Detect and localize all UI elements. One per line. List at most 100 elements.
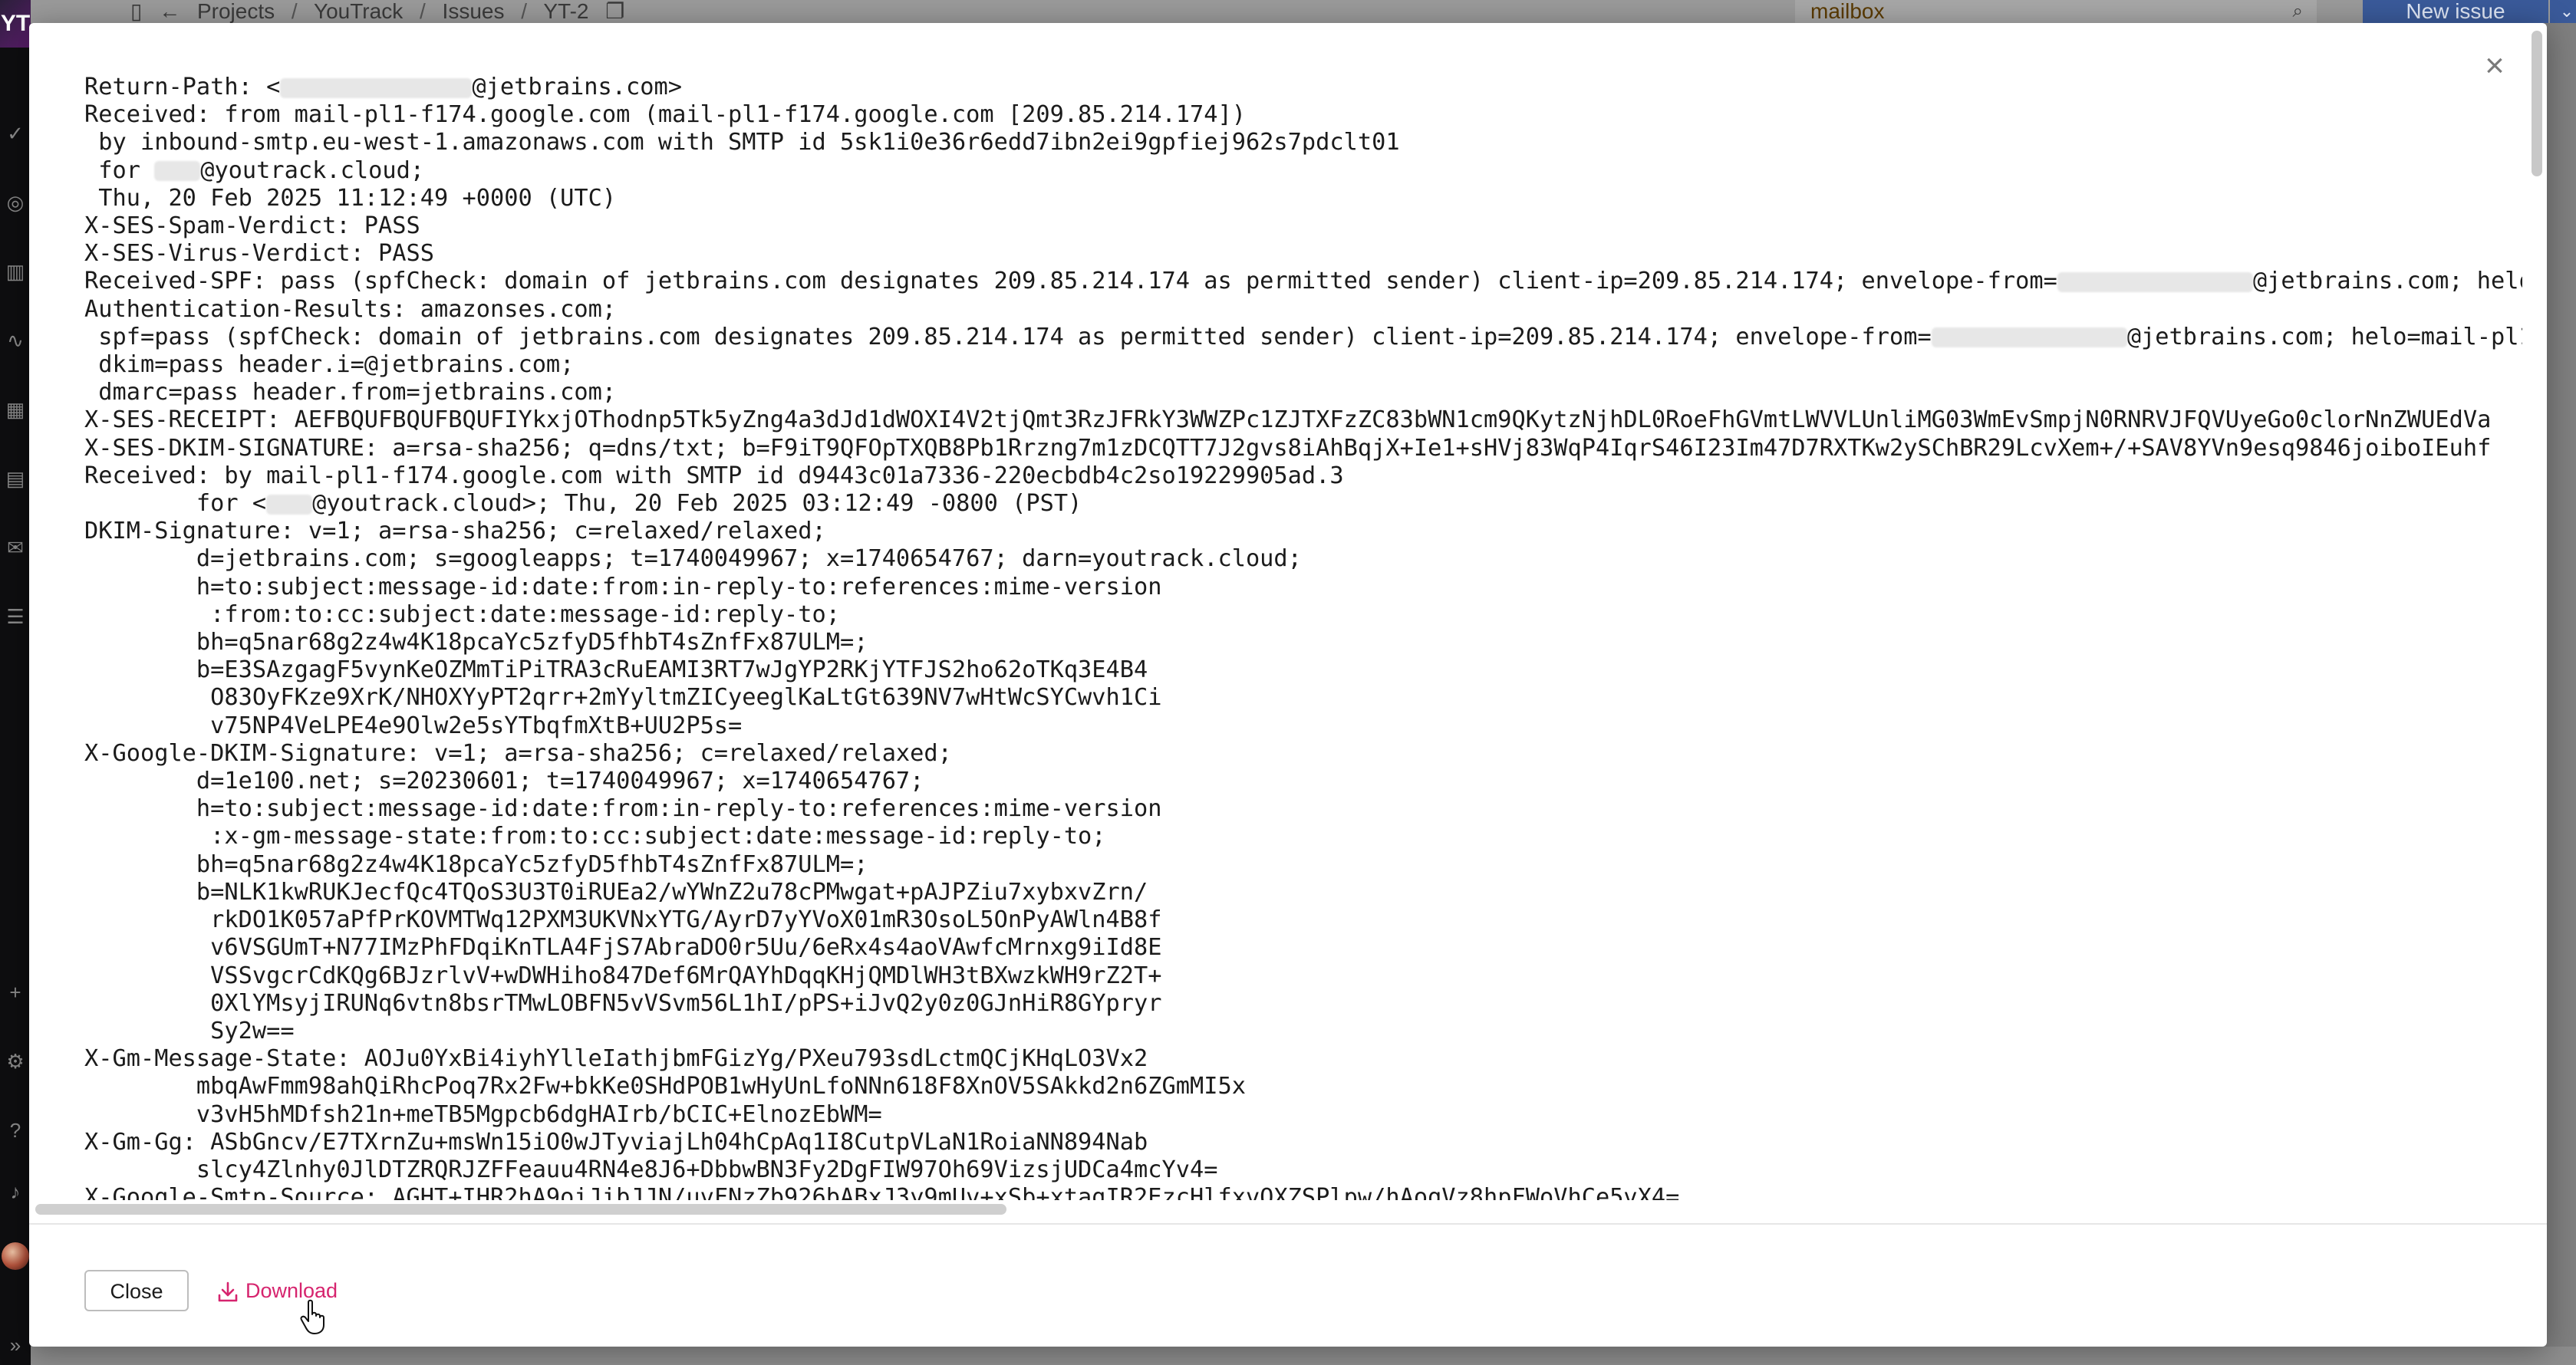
user-avatar[interactable] [2,1242,29,1270]
header-line: for @youtrack.cloud; [84,157,2522,185]
header-text: Received: from mail-pl1-f174.google.com … [84,101,1246,129]
knowledge-base-icon[interactable]: ▤ [5,468,26,489]
breadcrumb-issue-id[interactable]: YT-2 [543,0,588,23]
header-text: X-SES-Virus-Verdict: PASS [84,240,435,268]
header-line: Received: by mail-pl1-f174.google.com wi… [84,462,2522,490]
header-line: VSSvgcrCdKQg6BJzrlvV+wDWHiho847Def6MrQAY… [84,962,2522,990]
chart-icon[interactable]: ∿ [5,330,26,351]
header-line: d=jetbrains.com; s=googleapps; t=1740049… [84,545,2522,573]
header-line: v6VSGUmT+N77IMzPhFDqiKnTLA4FjS7AbraDO0r5… [84,934,2522,962]
header-line: :from:to:cc:subject:date:message-id:repl… [84,601,2522,629]
breadcrumb-youtrack[interactable]: YouTrack [314,0,403,23]
header-text: for [84,156,155,184]
header-text: v3vH5hMDfsh21n+meTB5Mgpcb6dgHAIrb/bCIC+E… [84,1100,882,1128]
header-line: X-Gm-Gg: ASbGncv/E7TXrnZu+msWn15iO0wJTyv… [84,1129,2522,1156]
header-line: b=E3SAzgagF5vynKeOZMmTiPiTRA3cRuEAMI3RT7… [84,656,2522,684]
header-text: Authentication-Results: amazonses.com; [84,295,617,323]
header-text: DKIM-Signature: v=1; a=rsa-sha256; c=rel… [84,518,826,545]
header-line: rkDO1K057aPfPrKOVMTWq12PXM3UKVNxYTG/AyrD… [84,906,2522,934]
header-text: X-Gm-Message-State: AOJu0YxBi4iyhYlleIat… [84,1045,1148,1073]
collapse-sidebar-icon[interactable]: » [5,1334,26,1356]
header-line: :x-gm-message-state:from:to:cc:subject:d… [84,823,2522,850]
search-input[interactable]: mailbox ⌕ [1795,0,2317,25]
header-text: X-SES-DKIM-SIGNATURE: a=rsa-sha256; q=dn… [84,434,2492,462]
header-line: 0XlYMsyjIRUNq6vtn8bsrTMwLOBFN5vVSvm56L1h… [84,990,2522,1018]
header-line: dmarc=pass header.from=jetbrains.com; [84,379,2522,406]
header-text: mbqAwFmm98ahQiRhcPoq7Rx2Fw+bkKe0SHdPOB1w… [84,1073,1246,1100]
header-text: rkDO1K057aPfPrKOVMTWq12PXM3UKVNxYTG/AyrD… [84,906,1162,934]
raw-email-headers: Return-Path: < @jetbrains.com> Received: f… [84,74,2522,1200]
vertical-scrollbar[interactable] [2527,23,2544,1200]
header-line: X-Gm-Message-State: AOJu0YxBi4iyhYlleIat… [84,1045,2522,1073]
header-text: X-Google-Smtp-Source: AGHT+IHR2hA9oiJibJ… [84,1184,1680,1200]
header-line: bh=q5nar68g2z4w4K18pcaYc5zfyD5fhbT4sZnfF… [84,851,2522,879]
close-button[interactable]: Close [84,1270,189,1311]
header-text: @youtrack.cloud; [200,156,425,184]
header-text: @jetbrains.com> [472,74,682,100]
header-text: X-SES-RECEIPT: AEFBQUFBQUFBQUFIYkxjOThod… [84,406,2492,434]
header-line: slcy4Zlnhy0JlDTZRQRJZFFeauu4RN4e8J6+Dbbw… [84,1156,2522,1184]
header-text: dkim=pass header.i=@jetbrains.com; [84,351,575,379]
mail-icon[interactable]: ✉ [5,537,26,558]
header-line: Sy2w== [84,1018,2522,1045]
header-text: b=NLK1kwRUKJecfQc4TQoS3U3T0iRUEa2/wYWnZ2… [84,878,1148,906]
breadcrumb-projects[interactable]: Projects [197,0,275,23]
breadcrumb-separator: / [291,0,298,23]
header-text: h=to:subject:message-id:date:from:in-rep… [84,795,1162,823]
vertical-scrollbar-thumb[interactable] [2532,31,2542,176]
header-text: by inbound-smtp.eu-west-1.amazonaws.com … [84,129,1400,156]
header-text: slcy4Zlnhy0JlDTZRQRJZFFeauu4RN4e8J6+Dbbw… [84,1156,1218,1183]
horizontal-scrollbar-thumb[interactable] [35,1204,1006,1215]
board-icon[interactable]: ▥ [5,261,26,282]
header-line: h=to:subject:message-id:date:from:in-rep… [84,574,2522,601]
timesheet-icon[interactable]: ☰ [5,606,26,627]
app-footer [31,1347,2576,1365]
redacted-email-username [154,161,201,182]
email-source-dialog: Return-Path: < @jetbrains.com> Received: f… [29,23,2547,1347]
notifications-bell-icon[interactable]: ♪ [5,1181,26,1202]
header-line: X-SES-Spam-Verdict: PASS [84,212,2522,240]
header-line: h=to:subject:message-id:date:from:in-rep… [84,795,2522,823]
download-icon [218,1281,238,1302]
breadcrumb-issues[interactable]: Issues [443,0,505,23]
header-line: DKIM-Signature: v=1; a=rsa-sha256; c=rel… [84,518,2522,545]
close-icon[interactable]: × [2479,49,2510,83]
header-text: Return-Path: < [84,74,281,100]
checkmark-icon[interactable]: ✓ [5,123,26,144]
header-line: d=1e100.net; s=20230601; t=1740049967; x… [84,768,2522,795]
header-text: dmarc=pass header.from=jetbrains.com; [84,379,617,406]
new-issue-button[interactable]: New issue [2363,0,2548,23]
header-text: Sy2w== [84,1017,295,1044]
breadcrumb-separator: / [521,0,528,23]
app-sidebar: YT ✓ ◎ ▥ ∿ ▦ ▤ ✉ ☰ + ⚙ ? ♪ » [0,0,31,1365]
header-text: X-Gm-Gg: ASbGncv/E7TXrnZu+msWn15iO0wJTyv… [84,1128,1148,1156]
copy-icon[interactable]: ❐ [605,0,624,23]
search-value: mailbox [1810,0,1885,23]
add-icon[interactable]: + [5,982,26,1003]
header-line: X-SES-Virus-Verdict: PASS [84,240,2522,268]
search-icon[interactable]: ⌕ [2293,0,2303,23]
apps-icon[interactable]: ▦ [5,399,26,420]
chevron-down-icon[interactable]: ⌄ [2550,0,2576,23]
header-line: Authentication-Results: amazonses.com; [84,296,2522,324]
header-text: @jetbrains.com; helo=mail-pl1-f174.googl… [2126,323,2522,350]
header-line: by inbound-smtp.eu-west-1.amazonaws.com … [84,129,2522,156]
header-line: X-Google-Smtp-Source: AGHT+IHR2hA9oiJibJ… [84,1184,2522,1200]
toggle-panel-icon[interactable]: ▯ [130,0,142,23]
help-icon[interactable]: ? [5,1120,26,1141]
header-text: for < [84,490,267,518]
header-line: b=NLK1kwRUKJecfQc4TQoS3U3T0iRUEa2/wYWnZ2… [84,879,2522,906]
breadcrumb: ▯ ← Projects / YouTrack / Issues / YT-2 … [130,0,635,23]
header-text: h=to:subject:message-id:date:from:in-rep… [84,573,1162,600]
header-text: spf=pass (spfCheck: domain of jetbrains.… [84,323,1932,350]
back-arrow-icon[interactable]: ← [159,0,180,23]
header-line: Return-Path: < @jetbrains.com> [84,74,2522,101]
radar-icon[interactable]: ◎ [5,192,26,213]
header-text: Thu, 20 Feb 2025 11:12:49 +0000 (UTC) [84,184,617,212]
settings-gear-icon[interactable]: ⚙ [5,1051,26,1072]
email-source-viewer[interactable]: Return-Path: < @jetbrains.com> Received: f… [29,23,2522,1200]
redacted-email-username [280,77,473,98]
header-text: v6VSGUmT+N77IMzPhFDqiKnTLA4FjS7AbraDO0r5… [84,934,1162,962]
header-text: d=1e100.net; s=20230601; t=1740049967; x… [84,768,924,795]
dialog-footer-divider [29,1223,2547,1225]
